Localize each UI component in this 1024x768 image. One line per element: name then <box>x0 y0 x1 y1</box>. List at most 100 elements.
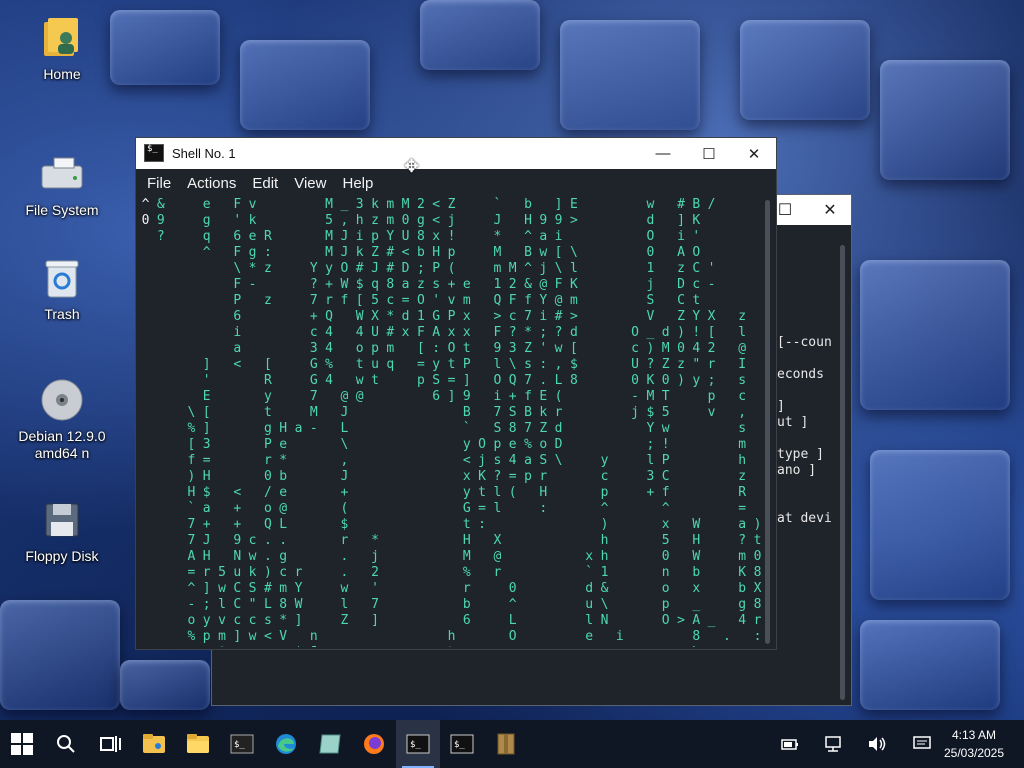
maximize-button[interactable]: ☐ <box>686 138 732 169</box>
matrix-column: # ] i A z D C Z ) 0 z ) > <box>677 197 685 628</box>
cd-icon <box>40 378 84 422</box>
matrix-column: / ' - X [ 2 r ; p v _ <box>707 197 716 628</box>
matrix-column: b H ^ B ^ & f 7 * Z s 7 f B 7 % a p <box>524 197 532 484</box>
desktop-icon-label: File System <box>25 202 99 218</box>
taskbar-terminal-pinned[interactable]: $_ <box>220 720 264 768</box>
close-button[interactable]: ✕ <box>731 138 777 169</box>
home-folder-icon <box>40 16 84 60</box>
matrix-column: 5 w l v m * <box>218 565 226 647</box>
menu-actions[interactable]: Actions <box>179 175 244 192</box>
matrix-column: y c p ^ ) h h 1 & \ N <box>600 453 609 628</box>
background-cube <box>420 0 540 70</box>
search-icon <box>57 735 75 753</box>
taskbar-file-manager-2[interactable] <box>176 720 220 768</box>
background-cube <box>240 40 370 130</box>
matrix-column: & 9 ? <box>156 197 165 244</box>
matrix-column: \ % [ f ) H ` 7 7 A = ^ - o % <box>187 405 196 644</box>
scrollbar[interactable] <box>765 200 770 644</box>
background-cube <box>860 260 1010 410</box>
task-view-icon <box>100 736 121 752</box>
taskbar-app-green[interactable] <box>308 720 352 768</box>
matrix-column: 3 h i k # $ [ W 4 o t w @ <box>355 197 364 404</box>
matrix-column: v k e g * - c w k S " c w <box>248 197 257 644</box>
taskbar-clock[interactable]: 4:13 AM 25/03/2025 <box>934 726 1014 762</box>
network-icon <box>825 736 841 752</box>
menu-help[interactable]: Help <box>334 175 381 192</box>
background-cube <box>110 10 220 85</box>
matrix-column: B K ' O C c t Y ! 4 " y W H W b x _ A 8 … <box>692 197 701 647</box>
matrix-column: 9 a w j @ Y i ; ' : . E k Z o S r H : <box>539 213 548 516</box>
firefox-icon <box>364 734 384 754</box>
matrix-column: z l @ I s c , s m h z R = a ? m K b g 4 <box>738 309 747 628</box>
terminal-icon: $_ <box>230 734 254 754</box>
matrix-column: a r Y W ] * f <box>294 421 303 647</box>
matrix-column: H e * b e @ L . g c m 8 * V - <box>279 421 288 647</box>
desktop-icon-label: Trash <box>44 306 80 322</box>
desktop-icon-floppy[interactable]: Floppy Disk <box>7 498 117 565</box>
minimize-button[interactable]: — <box>640 138 686 169</box>
folder-user-icon <box>143 734 165 753</box>
search-button[interactable] <box>44 720 88 768</box>
taskbar-terminal-active[interactable]: $_ <box>396 720 440 768</box>
desktop-icon-label: Floppy Disk <box>25 548 99 564</box>
tray-volume[interactable] <box>862 720 892 768</box>
background-cube <box>560 20 700 130</box>
terminal-icon: $_ <box>144 144 164 162</box>
taskbar-terminal-2[interactable]: $_ <box>440 720 484 768</box>
svg-text:$_: $_ <box>234 740 245 750</box>
tray-battery[interactable] <box>776 720 804 768</box>
notification-icon <box>913 736 931 749</box>
close-button[interactable]: ✕ <box>807 195 853 225</box>
scrollbar[interactable] <box>840 245 845 700</box>
matrix-column: w d O 0 1 j S V _ ) ? K M $ Y ; l 3 + <box>646 197 655 500</box>
tray-notifications[interactable] <box>908 720 936 768</box>
taskbar-firefox[interactable] <box>352 720 396 768</box>
desktop-icon-debian-cd[interactable]: Debian 12.9.0 amd64 n <box>7 378 117 462</box>
task-view-button[interactable] <box>88 720 132 768</box>
matrix-column: Y ? 7 + c 3 G G 7 M - n J <box>309 261 318 647</box>
matrix-column: ) t 0 8 X 8 r : <box>753 517 762 644</box>
desktop-icon-file-system[interactable]: File System <box>7 152 117 219</box>
background-terminal-text: [--coun econds ] ut ] type ] ano ] at de… <box>777 335 832 526</box>
matrix-column: O j K t = : <box>478 437 486 532</box>
clock-date: 25/03/2025 <box>943 746 1005 760</box>
taskbar: $_ $_ $_ 4:13 AM 25/03/2025 <box>0 720 1024 768</box>
matrix-column: ` J * M m 1 Q > F 9 l O i 7 S p s ? l l … <box>493 197 502 580</box>
matrix-column: k z p Z J q 5 X U p u t * j 2 ' 7 ] <box>371 197 379 628</box>
menu-bar: File Actions Edit View Help <box>136 169 776 197</box>
drive-icon <box>40 152 84 196</box>
matrix-column: < < x H P s ' G A : y S 6 <box>432 197 441 404</box>
window-titlebar[interactable]: $_ Shell No. 1 — ☐ ✕ <box>136 138 776 169</box>
window-title: Shell No. 1 <box>172 146 236 161</box>
desktop-icon-label: Home <box>43 66 81 82</box>
menu-file[interactable]: File <box>139 175 179 192</box>
terminal-output[interactable]: ^ 0 & 9 ? \ % [ f ) H ` 7 7 A = ^ - o % e … <box>140 197 762 647</box>
matrix-column: M 0 U < D a = d x <box>401 197 410 340</box>
battery-icon <box>781 739 798 750</box>
menu-view[interactable]: View <box>286 175 334 192</box>
start-button[interactable] <box>0 720 44 768</box>
matrix-column: x ` d u l e <box>585 549 594 644</box>
matrix-column: R : z z [ R y t g P r 0 / o Q . . ) # L … <box>263 229 272 644</box>
menu-edit[interactable]: Edit <box>244 175 286 192</box>
tray-network[interactable] <box>818 720 848 768</box>
matrix-column: E > \ l K m > d [ $ 8 <box>569 197 578 388</box>
taskbar-archive[interactable] <box>484 720 528 768</box>
desktop-icon-trash[interactable]: Trash <box>7 256 117 323</box>
matrix-column: m m Y # # 8 c * # m q <box>386 197 395 372</box>
matrix-column: Z j ! p ( + v P x O t = ] h % <box>447 197 456 647</box>
matrix-column: M 5 M M y + r Q 4 4 % 4 <box>325 197 333 388</box>
desktop-icon-home[interactable]: Home <box>7 16 117 83</box>
desktop-icon-label: Debian 12.9.0 amd64 n <box>18 428 106 461</box>
taskbar-edge[interactable] <box>264 720 308 768</box>
clock-time: 4:13 AM <box>951 728 997 742</box>
terminal-window[interactable]: $_ Shell No. 1 — ☐ ✕ File Actions Edit V… <box>135 137 777 650</box>
matrix-column: 2 g 8 b ; z O 1 F [ = p <box>416 197 425 388</box>
matrix-column: M 2 F c ? 3 \ Q + S 8 e 4 = ( 0 ^ L O <box>508 261 517 644</box>
windows-logo-icon <box>11 733 33 755</box>
svg-text:$_: $_ <box>454 740 465 750</box>
move-cursor-icon: ✥ <box>404 156 420 176</box>
matrix-column: _ , J J O W f @ J L \ , J + ( $ r . . w … <box>340 197 349 628</box>
matrix-column: F ' 6 F \ F P 6 i a < < + + 9 N u C C c … <box>233 197 242 644</box>
taskbar-file-manager-1[interactable] <box>132 720 176 768</box>
